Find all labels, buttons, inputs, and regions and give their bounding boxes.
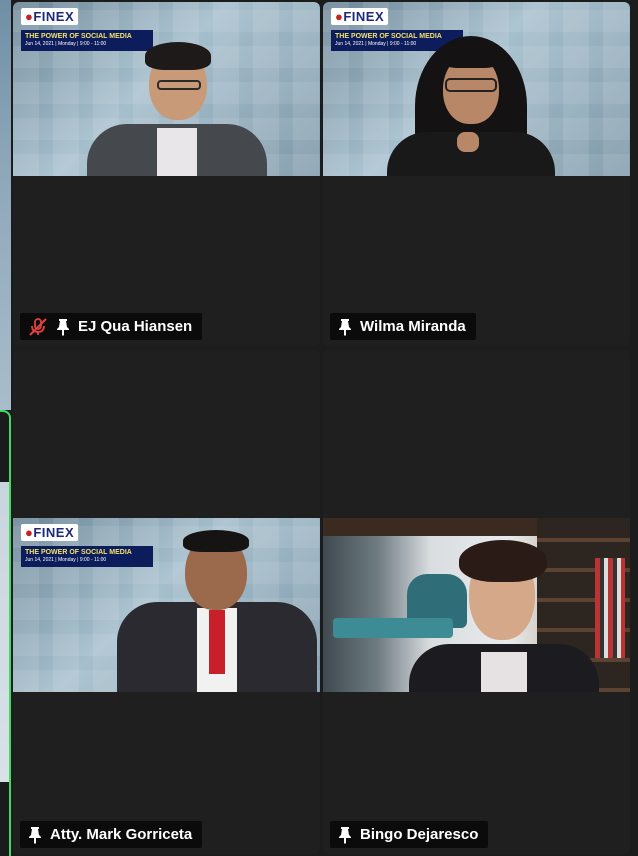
pin-icon <box>28 826 42 844</box>
participant-video <box>323 518 630 692</box>
pin-icon <box>338 318 352 336</box>
active-speaker-tile-edge[interactable] <box>0 410 11 856</box>
finex-logo: ●FINEX <box>21 524 79 541</box>
participant-tile-bingo-dejaresco[interactable]: Bingo Dejaresco <box>323 350 630 854</box>
participant-tile-mark-gorriceta[interactable]: ●FINEX THE POWER OF SOCIAL MEDIA Jun 14,… <box>13 350 320 854</box>
participant-person <box>381 2 561 176</box>
participant-name-tag: Atty. Mark Gorriceta <box>20 821 203 848</box>
finex-logo: ●FINEX <box>21 8 79 25</box>
pin-icon <box>338 826 352 844</box>
participant-name: Wilma Miranda <box>360 318 466 335</box>
participant-tile-ej-qua-hiansen[interactable]: ●FINEX THE POWER OF SOCIAL MEDIA Jun 14,… <box>13 2 320 346</box>
participant-tile-wilma-miranda[interactable]: ●FINEX THE POWER OF SOCIAL MEDIA Jun 14,… <box>323 2 630 346</box>
participant-name-tag: Wilma Miranda <box>330 313 476 340</box>
participant-name-tag: Bingo Dejaresco <box>330 821 489 848</box>
participant-name: Atty. Mark Gorriceta <box>50 826 193 843</box>
participant-person <box>409 518 599 692</box>
participant-video: ●FINEX THE POWER OF SOCIAL MEDIA Jun 14,… <box>323 2 630 176</box>
participant-person <box>117 518 317 692</box>
participant-name: Bingo Dejaresco <box>360 826 479 843</box>
active-speaker-video-fragment <box>0 482 9 782</box>
participant-name-tag: EJ Qua Hiansen <box>20 313 203 340</box>
pin-icon <box>56 318 70 336</box>
participant-video: ●FINEX THE POWER OF SOCIAL MEDIA Jun 14,… <box>13 518 320 692</box>
participant-person <box>87 2 267 176</box>
participant-name: EJ Qua Hiansen <box>78 318 193 335</box>
finex-logo: ●FINEX <box>331 8 389 25</box>
participant-video: ●FINEX THE POWER OF SOCIAL MEDIA Jun 14,… <box>13 2 320 176</box>
microphone-muted-icon <box>28 317 48 337</box>
side-panel-video-edge <box>0 0 11 410</box>
